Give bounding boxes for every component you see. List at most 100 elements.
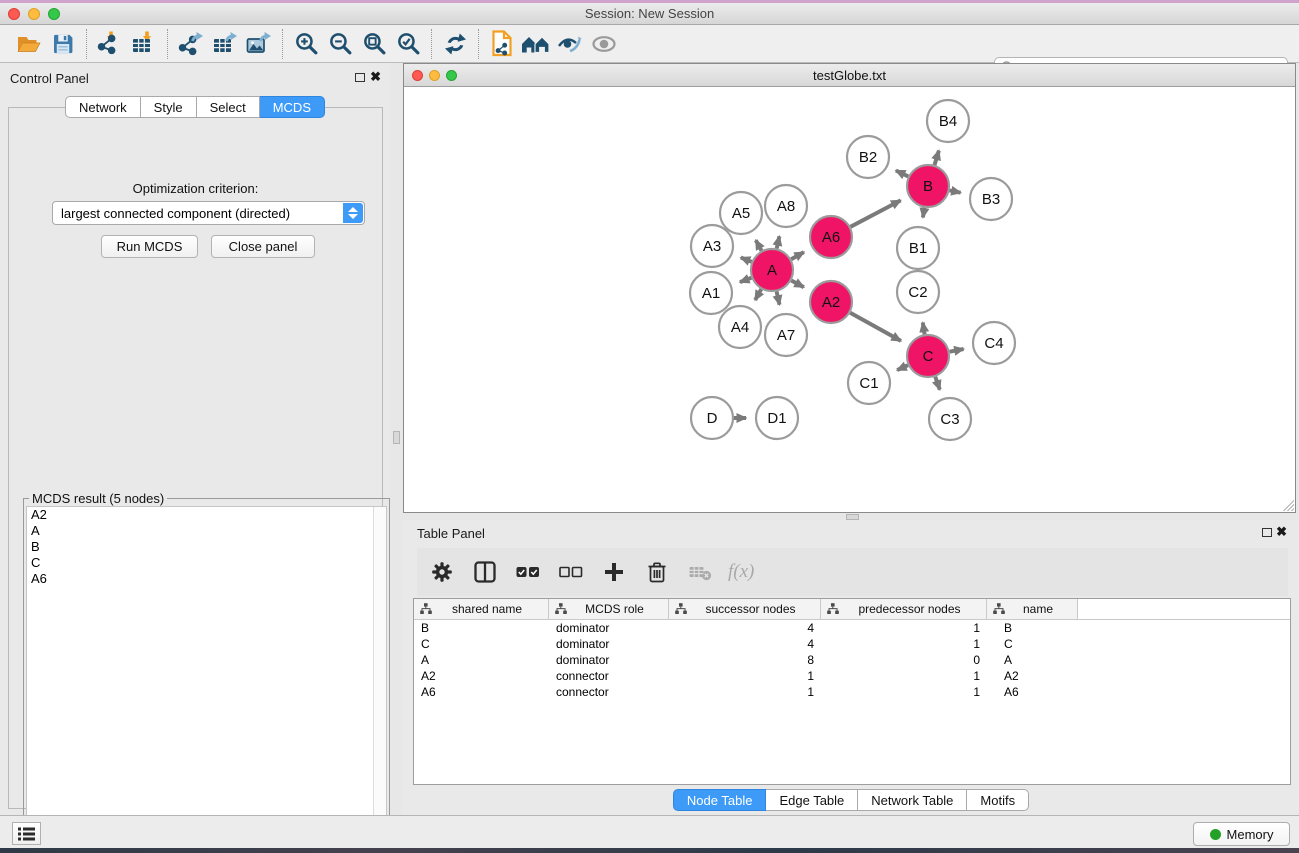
column-header-MCDS-role[interactable]: MCDS role <box>549 599 669 619</box>
network-document-icon[interactable] <box>485 28 519 60</box>
vertical-split-divider[interactable] <box>390 63 403 815</box>
graph-node-C3[interactable]: C3 <box>929 398 971 440</box>
tab-motifs[interactable]: Motifs <box>967 789 1029 811</box>
mcds-result-list[interactable]: A2ABCA6 <box>26 506 387 841</box>
network-frame-titlebar[interactable]: testGlobe.txt <box>404 64 1295 87</box>
tab-edge-table[interactable]: Edge Table <box>766 789 858 811</box>
frame-close-icon[interactable] <box>412 70 423 81</box>
traffic-lights[interactable] <box>8 8 60 20</box>
graph-node-A4[interactable]: A4 <box>719 306 761 348</box>
table-cell[interactable]: C <box>414 636 549 652</box>
frame-zoom-icon[interactable] <box>446 70 457 81</box>
table-cell[interactable]: 8 <box>669 652 821 668</box>
table-cell[interactable]: 4 <box>669 636 821 652</box>
table-cell[interactable]: connector <box>549 668 669 684</box>
refresh-icon[interactable] <box>438 28 472 60</box>
table-row[interactable]: Adominator80A <box>414 652 1290 668</box>
tab-mcds[interactable]: MCDS <box>260 96 325 118</box>
table-cell[interactable]: A2 <box>987 668 1078 684</box>
tab-node-table[interactable]: Node Table <box>673 789 767 811</box>
table-cell[interactable]: A6 <box>414 684 549 700</box>
column-header-predecessor-nodes[interactable]: predecessor nodes <box>821 599 987 619</box>
graph-node-A[interactable]: A <box>751 249 793 291</box>
graph-node-A5[interactable]: A5 <box>720 192 762 234</box>
resize-grip-icon[interactable] <box>1281 498 1294 511</box>
show-panels-button[interactable] <box>12 822 41 845</box>
mcds-result-item[interactable]: B <box>27 539 386 555</box>
eye-hide-icon[interactable] <box>587 28 621 60</box>
float-panel-icon[interactable] <box>1262 528 1272 537</box>
table-row[interactable]: Cdominator41C <box>414 636 1290 652</box>
tab-network-table[interactable]: Network Table <box>858 789 967 811</box>
export-image-icon[interactable] <box>242 28 276 60</box>
frame-minimize-icon[interactable] <box>429 70 440 81</box>
table-cell[interactable]: dominator <box>549 620 669 636</box>
graph-node-B1[interactable]: B1 <box>897 227 939 269</box>
graph-node-C1[interactable]: C1 <box>848 362 890 404</box>
result-scrollbar[interactable] <box>373 507 386 840</box>
graph-node-C2[interactable]: C2 <box>897 271 939 313</box>
table-cell[interactable]: dominator <box>549 636 669 652</box>
graph-node-D[interactable]: D <box>691 397 733 439</box>
open-session-icon[interactable] <box>12 28 46 60</box>
column-header-successor-nodes[interactable]: successor nodes <box>669 599 821 619</box>
table-row[interactable]: A2connector11A2 <box>414 668 1290 684</box>
table-cell[interactable]: 1 <box>669 668 821 684</box>
table-row[interactable]: A6connector11A6 <box>414 684 1290 700</box>
divider-grip[interactable] <box>393 431 400 444</box>
export-table-icon[interactable] <box>208 28 242 60</box>
table-cell[interactable]: 4 <box>669 620 821 636</box>
style-eye-icon[interactable] <box>553 28 587 60</box>
close-panel-icon[interactable]: ✖ <box>370 71 381 83</box>
gear-icon[interactable] <box>427 557 457 587</box>
table-cell[interactable]: 1 <box>821 668 987 684</box>
table-cell[interactable]: 0 <box>821 652 987 668</box>
column-selector-icon[interactable] <box>470 557 500 587</box>
table-cell[interactable]: connector <box>549 684 669 700</box>
tab-style[interactable]: Style <box>141 96 197 118</box>
save-session-icon[interactable] <box>46 28 80 60</box>
table-cell[interactable]: 1 <box>821 684 987 700</box>
graph-node-B[interactable]: B <box>907 165 949 207</box>
graph-node-A7[interactable]: A7 <box>765 314 807 356</box>
cyndex-home-icon[interactable] <box>519 28 553 60</box>
table-cell[interactable]: B <box>987 620 1078 636</box>
table-cell[interactable]: A <box>414 652 549 668</box>
zoom-window-icon[interactable] <box>48 8 60 20</box>
mcds-result-item[interactable]: A6 <box>27 571 386 587</box>
table-cell[interactable]: 1 <box>669 684 821 700</box>
table-cell[interactable]: C <box>987 636 1078 652</box>
close-window-icon[interactable] <box>8 8 20 20</box>
table-cell[interactable]: 1 <box>821 636 987 652</box>
table-row[interactable]: Bdominator41B <box>414 620 1290 636</box>
tab-network[interactable]: Network <box>65 96 141 118</box>
table-cell[interactable]: dominator <box>549 652 669 668</box>
graph-node-A6[interactable]: A6 <box>810 216 852 258</box>
add-column-icon[interactable] <box>599 557 629 587</box>
float-panel-icon[interactable] <box>355 73 365 82</box>
delete-column-icon[interactable] <box>642 557 672 587</box>
zoom-selected-icon[interactable] <box>391 28 425 60</box>
zoom-in-icon[interactable] <box>289 28 323 60</box>
graph-node-D1[interactable]: D1 <box>756 397 798 439</box>
window-titlebar[interactable]: Session: New Session <box>0 3 1299 25</box>
table-cell[interactable]: 1 <box>821 620 987 636</box>
close-panel-button[interactable]: Close panel <box>211 235 315 258</box>
frame-traffic-lights[interactable] <box>412 70 457 81</box>
import-table-icon[interactable] <box>127 28 161 60</box>
column-header-shared-name[interactable]: shared name <box>414 599 549 619</box>
run-mcds-button[interactable]: Run MCDS <box>101 235 198 258</box>
graph-node-A8[interactable]: A8 <box>765 185 807 227</box>
mcds-result-item[interactable]: C <box>27 555 386 571</box>
criterion-dropdown[interactable]: largest connected component (directed) <box>52 201 365 225</box>
column-header-name[interactable]: name <box>987 599 1078 619</box>
export-network-icon[interactable] <box>174 28 208 60</box>
graph-node-B4[interactable]: B4 <box>927 100 969 142</box>
table-cell[interactable]: A2 <box>414 668 549 684</box>
graph-node-C[interactable]: C <box>907 335 949 377</box>
select-all-icon[interactable] <box>513 557 543 587</box>
graph-node-A3[interactable]: A3 <box>691 225 733 267</box>
table-cell[interactable]: A6 <box>987 684 1078 700</box>
minimize-window-icon[interactable] <box>28 8 40 20</box>
graph-node-B3[interactable]: B3 <box>970 178 1012 220</box>
